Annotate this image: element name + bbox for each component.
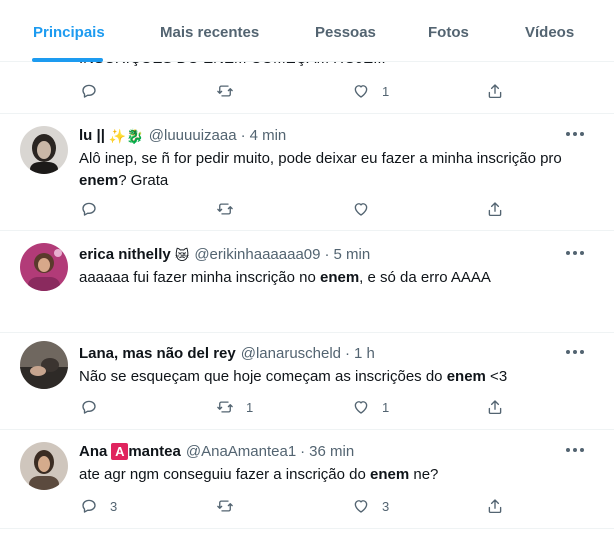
share-button[interactable] — [486, 397, 504, 417]
timestamp[interactable]: 36 min — [309, 443, 354, 460]
user-handle[interactable]: @erikinhaaaaaa09 — [194, 246, 320, 263]
name-emoji: ✨🐉 — [108, 127, 144, 144]
reply-button[interactable] — [80, 397, 110, 417]
separator-dot: · — [300, 443, 306, 460]
user-handle[interactable]: @luuuuizaaa — [149, 127, 237, 144]
tweet-text: aaaaaa fui fazer minha inscrição no enem… — [79, 269, 491, 286]
tab-mais-recentes[interactable]: Mais recentes — [160, 24, 259, 41]
display-name[interactable]: lu || — [79, 127, 105, 144]
avatar[interactable] — [20, 442, 68, 490]
like-count: 1 — [382, 83, 390, 99]
tweet[interactable]: erica nithelly 😿 @erikinhaaaaaa09 · 5 mi… — [0, 231, 614, 333]
heart-icon — [354, 500, 368, 513]
share-button[interactable] — [486, 199, 504, 219]
display-name[interactable]: Lana, mas não del rey — [79, 345, 236, 362]
like-button[interactable]: 1 — [352, 81, 389, 101]
heart-icon — [354, 85, 368, 98]
tweet[interactable]: Ana A mantea @AnaAmantea1 · 36 min ate a… — [0, 430, 614, 529]
timestamp[interactable]: 5 min — [333, 246, 370, 263]
display-name[interactable]: Ana — [79, 443, 107, 460]
tweet-header: erica nithelly 😿 @erikinhaaaaaa09 · 5 mi… — [79, 246, 370, 263]
more-options-button[interactable] — [566, 448, 584, 454]
tweet-header: lu || ✨🐉 @luuuuizaaa · 4 min — [79, 127, 286, 144]
retweet-button[interactable] — [216, 496, 246, 516]
reply-icon — [82, 499, 96, 513]
retweet-button[interactable]: 1 — [216, 397, 253, 417]
separator-dot: · — [345, 345, 351, 362]
tweet-text: Alô inep, se ñ for pedir muito, pode dei… — [79, 150, 562, 189]
reply-button[interactable] — [80, 81, 110, 101]
retweet-icon — [217, 500, 233, 512]
tab-pessoas[interactable]: Pessoas — [315, 24, 376, 41]
retweet-icon — [217, 203, 233, 215]
share-icon — [488, 202, 502, 217]
avatar[interactable] — [20, 243, 68, 291]
reply-button[interactable] — [80, 199, 110, 219]
reply-icon — [82, 84, 96, 98]
like-button[interactable]: 1 — [352, 397, 389, 417]
tab-videos[interactable]: Vídeos — [525, 24, 574, 41]
share-button[interactable] — [486, 496, 504, 516]
search-tabs: Principais Mais recentes Pessoas Fotos V… — [0, 0, 614, 62]
like-button[interactable] — [352, 199, 382, 219]
tweet[interactable]: lu || ✨🐉 @luuuuizaaa · 4 min Alô inep, s… — [0, 114, 614, 231]
retweet-button[interactable] — [216, 81, 246, 101]
avatar[interactable] — [20, 341, 68, 389]
reply-button[interactable]: 3 — [80, 496, 117, 516]
search-results-feed: INSCRIÇÕES DO ENEM COMEÇAM HOJE!!! 1 lu … — [0, 0, 614, 539]
reply-icon — [82, 400, 96, 414]
avatar[interactable] — [20, 126, 68, 174]
user-handle[interactable]: @AnaAmantea1 — [186, 443, 296, 460]
like-count: 1 — [382, 399, 390, 415]
display-name-suffix[interactable]: mantea — [128, 443, 181, 460]
heart-icon — [354, 401, 368, 414]
reply-icon — [82, 202, 96, 216]
tab-principais[interactable]: Principais — [33, 24, 105, 41]
share-icon — [488, 84, 502, 99]
tweet-header: Ana A mantea @AnaAmantea1 · 36 min — [79, 443, 354, 460]
separator-dot: · — [324, 246, 330, 263]
timestamp[interactable]: 1 h — [354, 345, 375, 362]
letter-a-emoji: A — [111, 443, 129, 460]
name-emoji: 😿 — [174, 246, 190, 263]
user-handle[interactable]: @lanaruscheld — [241, 345, 341, 362]
like-count: 3 — [382, 498, 390, 514]
heart-icon — [354, 203, 368, 216]
retweet-icon — [217, 85, 233, 97]
more-options-button[interactable] — [566, 132, 584, 138]
retweet-icon — [217, 401, 233, 413]
more-options-button[interactable] — [566, 251, 584, 257]
more-options-button[interactable] — [566, 350, 584, 356]
tweet-text: ate agr ngm conseguiu fazer a inscrição … — [79, 466, 439, 483]
separator-dot: · — [240, 127, 246, 144]
timestamp[interactable]: 4 min — [250, 127, 287, 144]
share-icon — [488, 499, 502, 514]
tweet-text: Não se esqueçam que hoje começam as insc… — [79, 368, 508, 385]
active-tab-indicator — [32, 58, 103, 62]
tweet[interactable]: Lana, mas não del rey @lanaruscheld · 1 … — [0, 333, 614, 430]
retweet-button[interactable] — [216, 199, 246, 219]
share-icon — [488, 400, 502, 415]
reply-count: 3 — [110, 498, 118, 514]
tab-fotos[interactable]: Fotos — [428, 24, 469, 41]
display-name[interactable]: erica nithelly — [79, 246, 171, 263]
retweet-count: 1 — [246, 399, 254, 415]
share-button[interactable] — [486, 81, 504, 101]
tweet-header: Lana, mas não del rey @lanaruscheld · 1 … — [79, 345, 375, 362]
like-button[interactable]: 3 — [352, 496, 389, 516]
